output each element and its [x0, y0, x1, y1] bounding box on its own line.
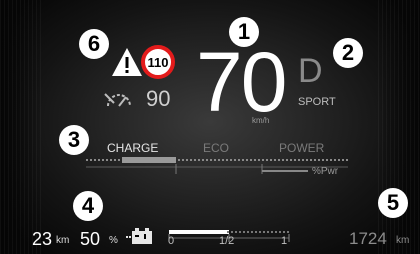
- callout-3: 3: [59, 125, 89, 155]
- mode-tab-eco: ECO: [203, 141, 230, 155]
- odometer-value: 1724: [349, 229, 387, 248]
- electric-range-unit: km: [56, 235, 70, 246]
- warning-triangle-icon: [112, 48, 142, 76]
- power-unit-label: %Pwr: [312, 166, 339, 177]
- speed-unit: km/h: [252, 116, 270, 125]
- battery-level-unit: %: [109, 235, 118, 246]
- callout-2: 2: [333, 38, 363, 68]
- speed-limit-value: 110: [147, 54, 169, 70]
- fuel-gauge-label-empty: 0: [168, 235, 175, 247]
- battery-level-value: 50: [80, 229, 101, 249]
- current-speed: 70: [196, 35, 287, 129]
- gear-indicator: D: [298, 52, 323, 90]
- mode-tab-charge: CHARGE: [107, 141, 159, 155]
- callout-6: 6: [79, 29, 109, 59]
- instrument-cluster-display: 1 2 3 4 5 6 110 90 70 km/h D SPORT CHARG…: [0, 0, 420, 254]
- drive-mode-label: SPORT: [298, 96, 336, 108]
- fuel-gauge-label-full: 1: [281, 235, 288, 247]
- cruise-control-icon: [104, 93, 131, 107]
- electric-range-value: 23: [32, 229, 53, 249]
- cruise-set-speed: 90: [146, 86, 171, 111]
- odometer-unit: km: [396, 235, 410, 246]
- callout-4: 4: [73, 191, 103, 221]
- battery-icon: [126, 228, 152, 244]
- fuel-gauge-label-half: 1/2: [219, 235, 235, 247]
- mode-tab-power: POWER: [279, 141, 325, 155]
- callout-5: 5: [378, 188, 408, 218]
- speed-limit-sign: 110: [141, 45, 175, 79]
- power-meter-bar: [86, 157, 348, 174]
- left-edge-panel: [0, 0, 42, 254]
